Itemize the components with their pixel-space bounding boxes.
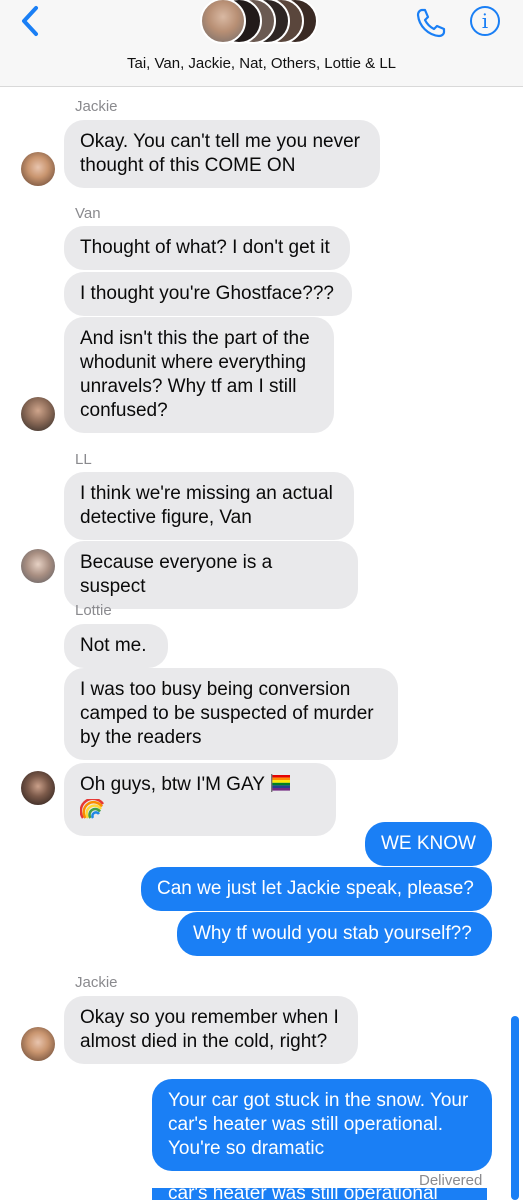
selected-text-strip: car's heater was still operational xyxy=(152,1188,487,1200)
message-text: Okay. You can't tell me you never though… xyxy=(80,131,360,176)
message-text: Thought of what? I don't get it xyxy=(80,237,330,258)
call-button[interactable] xyxy=(414,6,448,40)
conversation-header: i Tai, Van, Jackie, Nat, Others, Lottie … xyxy=(0,0,523,87)
message-bubble[interactable]: Oh guys, btw I'M GAY xyxy=(64,763,336,836)
message-text: Can we just let Jackie speak, please? xyxy=(157,878,474,899)
avatar xyxy=(200,0,246,44)
message-text: Not me. xyxy=(80,635,147,656)
chevron-left-icon xyxy=(22,6,38,36)
rainbow-flag-icon xyxy=(270,774,292,799)
message-bubble[interactable]: Why tf would you stab yourself?? xyxy=(177,912,492,956)
sender-name: Lottie xyxy=(75,602,112,619)
message-text: I was too busy being conversion camped t… xyxy=(80,679,374,748)
info-icon: i xyxy=(481,9,489,33)
message-bubble[interactable]: And isn't this the part of the whodunit … xyxy=(64,317,334,433)
sender-name: Van xyxy=(75,205,101,222)
avatar xyxy=(21,771,55,805)
message-text: I think we're missing an actual detectiv… xyxy=(80,483,333,528)
phone-icon xyxy=(416,8,446,38)
message-text: And isn't this the part of the whodunit … xyxy=(80,328,310,421)
message-bubble[interactable]: Okay so you remember when I almost died … xyxy=(64,996,358,1064)
message-bubble[interactable]: Not me. xyxy=(64,624,168,668)
back-button[interactable] xyxy=(16,4,46,38)
message-bubble[interactable]: Okay. You can't tell me you never though… xyxy=(64,120,380,188)
delivered-status: Delivered xyxy=(419,1172,483,1189)
message-text: car's heater was still operational xyxy=(168,1188,438,1200)
message-text: Oh guys, btw I'M GAY xyxy=(80,774,265,795)
group-names[interactable]: Tai, Van, Jackie, Nat, Others, Lottie & … xyxy=(0,55,523,72)
message-text: Because everyone is a suspect xyxy=(80,552,273,597)
sender-name: Jackie xyxy=(75,974,118,991)
sender-name: Jackie xyxy=(75,98,118,115)
group-avatar-stack[interactable] xyxy=(196,0,326,46)
message-bubble[interactable]: I was too busy being conversion camped t… xyxy=(64,668,398,760)
message-bubble[interactable]: Can we just let Jackie speak, please? xyxy=(141,867,492,911)
info-button[interactable]: i xyxy=(470,6,500,36)
sender-name: LL xyxy=(75,451,92,468)
message-bubble[interactable]: I think we're missing an actual detectiv… xyxy=(64,472,354,540)
message-text: Okay so you remember when I almost died … xyxy=(80,1007,339,1052)
avatar xyxy=(21,1027,55,1061)
message-bubble[interactable]: WE KNOW xyxy=(365,822,492,866)
message-bubble[interactable]: Your car got stuck in the snow. Your car… xyxy=(152,1079,492,1171)
message-text: Why tf would you stab yourself?? xyxy=(193,923,472,944)
message-bubble[interactable]: Because everyone is a suspect xyxy=(64,541,358,609)
avatar xyxy=(21,549,55,583)
avatar xyxy=(21,397,55,431)
message-bubble[interactable]: Thought of what? I don't get it xyxy=(64,226,350,270)
message-text: WE KNOW xyxy=(381,833,476,854)
avatar xyxy=(21,152,55,186)
message-text: Your car got stuck in the snow. Your car… xyxy=(168,1090,469,1159)
message-text: I thought you're Ghostface??? xyxy=(80,283,334,304)
message-bubble[interactable]: I thought you're Ghostface??? xyxy=(64,272,352,316)
scrollbar[interactable] xyxy=(511,1016,519,1200)
rainbow-icon xyxy=(79,797,106,826)
